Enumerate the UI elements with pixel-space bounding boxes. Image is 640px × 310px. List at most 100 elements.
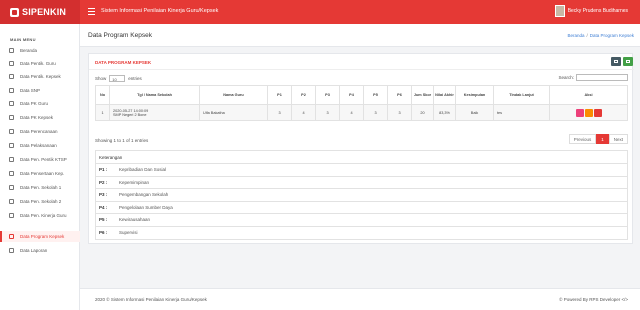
cell-p2: 4 — [291, 104, 316, 121]
breadcrumb-current[interactable]: Data Program Kepsek — [590, 33, 634, 38]
col-nilai-akhir[interactable]: Nilai Akhir — [433, 85, 456, 105]
keterangan-row: P3 : Pengembangan Sekolah — [96, 189, 627, 202]
document-icon — [9, 74, 14, 79]
sidebar-item-pentik-kepsek[interactable]: Data Pentik. Kepsek — [0, 71, 80, 82]
pen-icon — [9, 157, 14, 162]
breadcrumb: Beranda / Data Program Kepsek — [567, 33, 634, 38]
data-card: DATA PROGRAM KEPSEK Show 10 entries Sear… — [88, 53, 634, 244]
add-button[interactable] — [623, 57, 633, 66]
document-icon — [9, 248, 14, 253]
col-no[interactable]: No — [95, 85, 110, 105]
page-title: Data Program Kepsek — [88, 32, 152, 39]
app-title: Sistem Informasi Penilaian Kinerja Guru/… — [101, 8, 219, 14]
print-icon — [614, 60, 618, 63]
keterangan-title: Keterangan — [96, 151, 627, 164]
table-header-row: No Tgl / Nama Sekolah Nama Guru P1 P2 P3… — [95, 85, 628, 105]
col-kesimpulan[interactable]: Kesimpulan — [455, 85, 494, 105]
document-icon — [9, 61, 14, 66]
activity-icon — [9, 213, 14, 218]
brand-name: SIPENKIN — [22, 7, 67, 17]
keterangan-row: P1 : Kepribadian Dan Sosial — [96, 164, 627, 177]
col-jum-skor[interactable]: Jum Skor — [411, 85, 434, 105]
previous-page-button[interactable]: Previous — [568, 134, 597, 144]
sidebar-item-pk-kepsek[interactable]: Data PK Kepsek — [0, 112, 80, 123]
view-button[interactable] — [575, 108, 584, 117]
page-1-button[interactable]: 1 — [596, 134, 609, 144]
footer-powered-by: © Powered By RPS Developer </> — [559, 297, 628, 302]
print-button[interactable] — [611, 57, 621, 66]
sidebar-item-pen-sekolah-1[interactable]: Data Pen. Sekolah 1 — [0, 182, 80, 193]
breadcrumb-home[interactable]: Beranda — [567, 33, 584, 38]
cell-sekolah: SMP Negeri 2 Bone — [113, 112, 147, 117]
cell-aksi — [549, 104, 628, 121]
card-header: DATA PROGRAM KEPSEK — [89, 54, 634, 70]
col-p4[interactable]: P4 — [339, 85, 364, 105]
user-menu[interactable]: Becky Prudens Budiharnes — [554, 5, 628, 17]
sidebar-item-laporan[interactable]: Data Laporan — [0, 245, 80, 256]
user-name: Becky Prudens Budiharnes — [567, 8, 628, 14]
col-p1[interactable]: P1 — [267, 85, 292, 105]
footer: 2020 © Sistem Informasi Penilaian Kinerj… — [80, 288, 640, 310]
cell-nama-guru: Ulfa Bakatha — [199, 104, 268, 121]
col-p6[interactable]: P6 — [387, 85, 412, 105]
sidebar-item-beranda[interactable]: Beranda — [0, 45, 80, 56]
cell-p5: 3 — [363, 104, 388, 121]
keterangan-row: P6 : Supervisi — [99, 230, 138, 236]
col-aksi[interactable]: Aksi — [549, 85, 628, 105]
home-icon — [9, 48, 14, 53]
pagination: Previous 1 Next — [568, 134, 628, 144]
keterangan-row: P4 : Pengelolaan Sumber Daya — [96, 202, 627, 214]
sidebar-item-pentik-guru[interactable]: Data Pentik. Guru — [0, 58, 80, 69]
cell-p4: 4 — [339, 104, 364, 121]
col-p3[interactable]: P3 — [315, 85, 340, 105]
sidebar-item-perencanaan[interactable]: Data Perencanaan — [0, 126, 80, 137]
sidebar-item-kinerja-guru[interactable]: Data Pen. Kinerja Guru — [0, 210, 80, 221]
col-p5[interactable]: P5 — [363, 85, 388, 105]
table-info: Showing 1 to 1 of 1 entries — [95, 138, 149, 143]
sidebar-item-pensertaan[interactable]: Data Pensertaan Kep. — [0, 168, 80, 179]
plus-icon — [626, 60, 630, 63]
cell-tindak-lanjut: tes — [493, 104, 550, 121]
cell-nilai-akhir: 83,3% — [433, 104, 456, 121]
document-icon — [9, 143, 14, 148]
keterangan-row: P2 : Kepemimpinan — [96, 177, 627, 189]
footer-copyright: 2020 © Sistem Informasi Penilaian Kinerj… — [95, 297, 207, 302]
document-icon — [9, 88, 14, 93]
sidebar-item-snp[interactable]: Data SNP — [0, 85, 80, 96]
col-tgl-sekolah[interactable]: Tgl / Nama Sekolah — [109, 85, 200, 105]
brand-logo[interactable]: SIPENKIN — [0, 0, 80, 24]
avatar — [554, 5, 565, 17]
search-input[interactable] — [576, 74, 628, 81]
menu-toggle-icon[interactable] — [88, 8, 95, 15]
col-p2[interactable]: P2 — [291, 85, 316, 105]
card-title: DATA PROGRAM KEPSEK — [95, 60, 152, 65]
sidebar-item-pk-guru[interactable]: Data PK Guru — [0, 98, 80, 109]
data-table: No Tgl / Nama Sekolah Nama Guru P1 P2 P3… — [95, 85, 628, 121]
sidebar-item-pelaksanaan[interactable]: Data Pelaksanaan — [0, 140, 80, 151]
col-tindak-lanjut[interactable]: Tindak Lanjut — [493, 85, 550, 105]
edit-button[interactable] — [584, 108, 593, 117]
cell-p3: 3 — [315, 104, 340, 121]
top-bar: SIPENKIN Sistem Informasi Penilaian Kine… — [0, 0, 640, 24]
menu-header: MAIN MENU — [10, 37, 36, 42]
entries-select[interactable]: 10 — [109, 75, 126, 82]
cell-p6: 3 — [387, 104, 412, 121]
logo-icon — [10, 7, 19, 17]
document-icon — [9, 234, 14, 239]
award-icon — [9, 199, 14, 204]
cell-kesimpulan: Baik — [455, 104, 494, 121]
next-page-button[interactable]: Next — [608, 134, 628, 144]
entries-control: Show 10 entries — [95, 75, 142, 82]
keterangan-row: P5 : Kewirausahaan — [96, 214, 627, 227]
delete-button[interactable] — [593, 108, 602, 117]
sidebar: MAIN MENU Beranda Data Pentik. Guru Data… — [0, 24, 80, 310]
sidebar-item-program-kepsek[interactable]: Data Program Kepsek — [0, 231, 80, 242]
keterangan-panel: Keterangan P1 : Kepribadian Dan Sosial P2… — [95, 150, 628, 240]
cell-jum-skor: 20 — [411, 104, 434, 121]
search-control: Search: — [558, 74, 628, 81]
sidebar-item-pen-sekolah-2[interactable]: Data Pen. Sekolah 2 — [0, 196, 80, 207]
document-icon — [9, 101, 14, 106]
col-nama-guru[interactable]: Nama Guru — [199, 85, 268, 105]
sidebar-item-pentik-ktsp[interactable]: Data Pen. Pentik KTSP — [0, 154, 80, 165]
cell-p1: 3 — [267, 104, 292, 121]
